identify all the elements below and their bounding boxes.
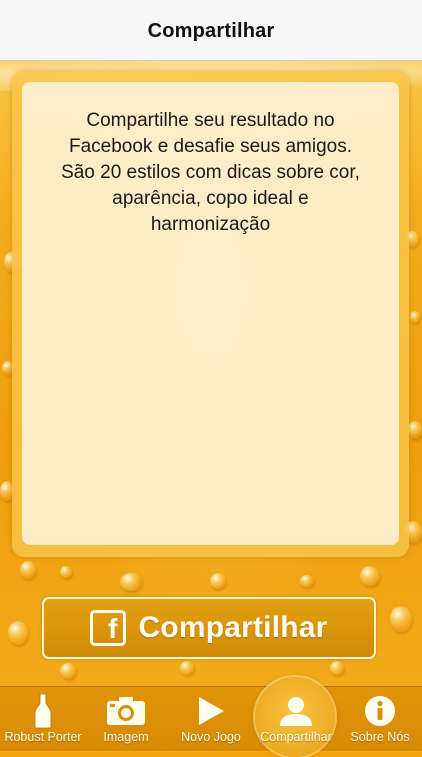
tab-compartilhar[interactable]: Compartilhar (252, 686, 340, 750)
description-line: harmonização (150, 214, 271, 235)
water-droplet (180, 661, 194, 675)
tab-label: Robust Porter (4, 730, 82, 744)
person-icon (279, 692, 313, 730)
description-line: aparência, copo ideal e (112, 188, 309, 209)
tab-sobre-nos[interactable]: Sobre Nós (340, 686, 420, 750)
water-droplet (408, 421, 422, 439)
water-droplet (330, 661, 344, 675)
water-droplet (410, 311, 420, 323)
water-droplet (360, 566, 380, 586)
bottle-icon (32, 692, 54, 730)
water-droplet (60, 663, 76, 679)
play-icon (197, 692, 225, 730)
description-line: Facebook e desafie seus amigos. (68, 136, 353, 157)
camera-icon (106, 692, 146, 730)
tab-label: Compartilhar (260, 730, 332, 744)
facebook-icon: f (90, 610, 127, 646)
info-icon (364, 692, 396, 730)
navigation-bar: Compartilhar (0, 0, 422, 61)
content-panel: Compartilhe seu resultado no Facebook e … (22, 82, 399, 545)
tab-label: Novo Jogo (181, 730, 241, 744)
share-button-label: Compartilhar (138, 611, 328, 644)
water-droplet (390, 606, 412, 632)
facebook-share-button[interactable]: f Compartilhar (42, 597, 376, 659)
description-line: Compartilhe seu resultado no (86, 110, 335, 131)
water-droplet (20, 561, 36, 579)
water-droplet (300, 575, 314, 587)
description-line: São 20 estilos com dicas sobre cor, (61, 162, 360, 183)
water-droplet (60, 566, 72, 578)
tab-label: Imagem (103, 730, 149, 744)
water-droplet (210, 573, 226, 589)
water-droplet (8, 621, 28, 645)
tab-label: Sobre Nós (350, 730, 410, 744)
tab-robust-porter[interactable]: Robust Porter (0, 686, 86, 750)
page-title: Compartilhar (147, 19, 275, 42)
tab-novo-jogo[interactable]: Novo Jogo (166, 686, 256, 750)
water-droplet (120, 573, 142, 591)
tab-imagem[interactable]: Imagem (86, 686, 166, 750)
description-text: Compartilhe seu resultado no Facebook e … (22, 108, 399, 238)
